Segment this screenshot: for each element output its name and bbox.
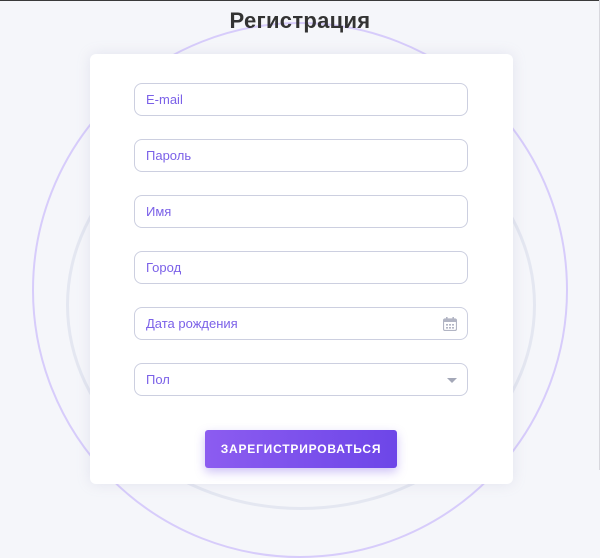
email-field[interactable]: [134, 83, 468, 116]
city-field[interactable]: [134, 251, 468, 284]
top-border: [0, 0, 600, 1]
gender-select-value: Пол: [146, 372, 170, 387]
password-input[interactable]: [135, 140, 467, 171]
calendar-icon[interactable]: [443, 317, 457, 331]
birthdate-input[interactable]: [135, 308, 467, 339]
page-title: Регистрация: [229, 8, 371, 33]
registration-form-card: Пол ЗАРЕГИСТРИРОВАТЬСЯ: [90, 54, 513, 484]
chevron-down-icon[interactable]: [447, 378, 457, 383]
email-input[interactable]: [135, 84, 467, 115]
gender-select[interactable]: Пол: [134, 363, 468, 396]
name-input[interactable]: [135, 196, 467, 227]
city-input[interactable]: [135, 252, 467, 283]
birthdate-field[interactable]: [134, 307, 468, 340]
register-button[interactable]: ЗАРЕГИСТРИРОВАТЬСЯ: [205, 430, 397, 468]
password-field[interactable]: [134, 139, 468, 172]
name-field[interactable]: [134, 195, 468, 228]
